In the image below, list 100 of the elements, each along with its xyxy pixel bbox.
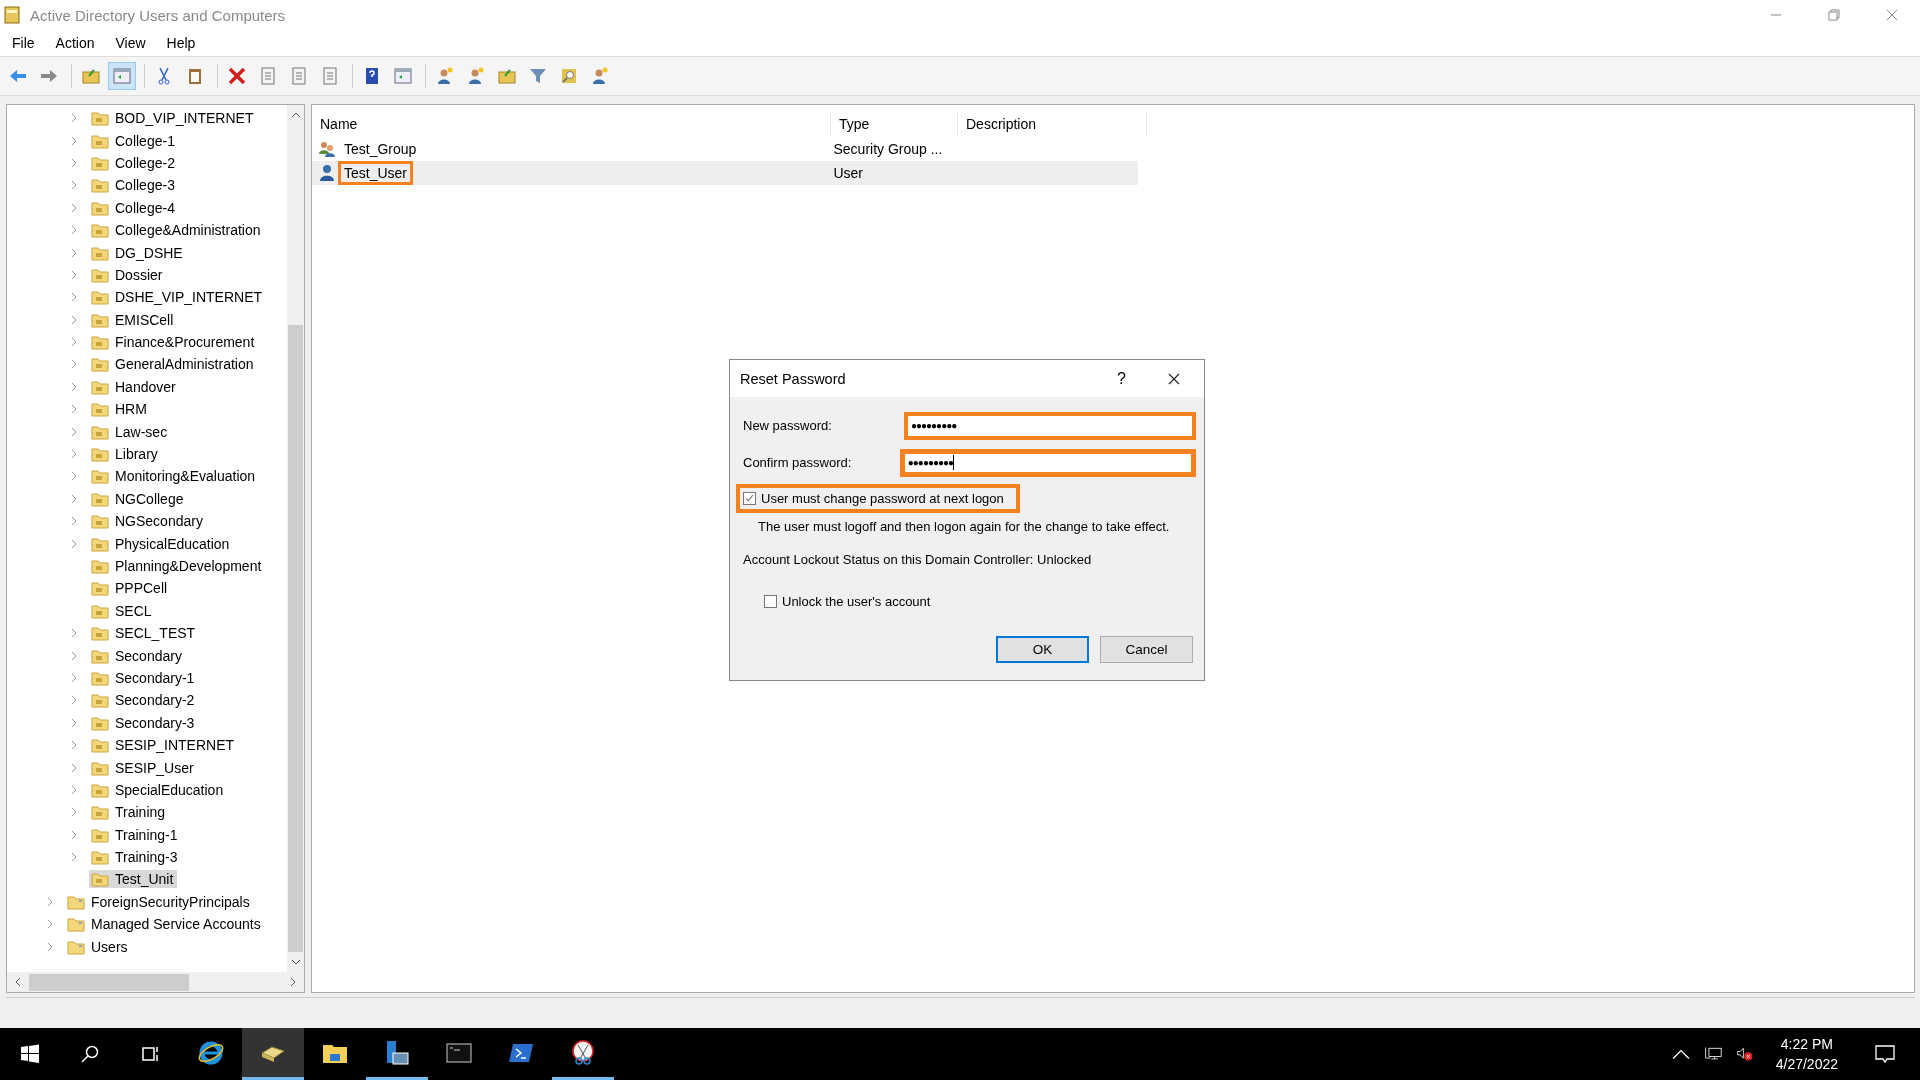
cancel-button[interactable]: Cancel: [1100, 636, 1193, 663]
expand-chevron-icon[interactable]: [70, 426, 78, 437]
console-tree-icon[interactable]: [108, 62, 136, 90]
expand-chevron-icon[interactable]: [70, 449, 78, 460]
tree-item[interactable]: DSHE_VIP_INTERNET: [89, 288, 267, 307]
expand-chevron-icon[interactable]: [70, 135, 78, 146]
start-icon[interactable]: [20, 1044, 40, 1064]
column-header[interactable]: Type: [831, 113, 958, 135]
tree-item[interactable]: College&Administration: [89, 221, 265, 240]
expand-chevron-icon[interactable]: [70, 381, 78, 392]
expand-chevron-icon[interactable]: [46, 941, 54, 952]
expand-chevron-icon[interactable]: [46, 896, 54, 907]
tree-item[interactable]: DG_DSHE: [89, 243, 187, 262]
expand-chevron-icon[interactable]: [70, 180, 78, 191]
expand-chevron-icon[interactable]: [70, 672, 78, 683]
tree-item[interactable]: SESIP_User: [89, 758, 198, 777]
expand-chevron-icon[interactable]: [70, 695, 78, 706]
tree-item[interactable]: SpecialEducation: [89, 780, 228, 799]
tree-item[interactable]: College-1: [89, 131, 179, 150]
scroll-down-icon[interactable]: [290, 959, 301, 965]
expand-chevron-icon[interactable]: [70, 807, 78, 818]
password-field[interactable]: ●●●●●●●●●: [903, 411, 1196, 440]
expand-chevron-icon[interactable]: [70, 717, 78, 728]
expand-chevron-icon[interactable]: [70, 493, 78, 504]
help-button[interactable]: ?: [1117, 369, 1126, 388]
expand-chevron-icon[interactable]: [70, 314, 78, 325]
expand-chevron-icon[interactable]: [70, 269, 78, 280]
restore-icon[interactable]: [1828, 9, 1840, 21]
expand-chevron-icon[interactable]: [70, 650, 78, 661]
tree-item[interactable]: Finance&Procurement: [89, 333, 259, 352]
column-header[interactable]: Description: [958, 113, 1147, 135]
expand-chevron-icon[interactable]: [70, 337, 78, 348]
tree-item[interactable]: College-4: [89, 198, 179, 217]
expand-chevron-icon[interactable]: [70, 762, 78, 773]
menu-item[interactable]: View: [107, 35, 155, 51]
expand-chevron-icon[interactable]: [70, 202, 78, 213]
tree-item[interactable]: GeneralAdministration: [89, 355, 258, 374]
expand-chevron-icon[interactable]: [70, 538, 78, 549]
search-icon[interactable]: [80, 1044, 100, 1064]
tree-item[interactable]: Dossier: [89, 265, 167, 284]
tree-item[interactable]: NGSecondary: [89, 512, 207, 531]
tree-item[interactable]: ForeignSecurityPrincipals: [65, 892, 254, 911]
clock-time[interactable]: 4:22 PM: [1780, 1034, 1833, 1054]
tree-item[interactable]: Handover: [89, 377, 180, 396]
expand-chevron-icon[interactable]: [70, 852, 78, 863]
task-view-icon[interactable]: [140, 1044, 160, 1064]
tree-item[interactable]: Training-1: [89, 825, 182, 844]
tree-item[interactable]: PhysicalEducation: [89, 534, 234, 553]
tree-item[interactable]: EMISCell: [89, 310, 178, 329]
expand-chevron-icon[interactable]: [70, 829, 78, 840]
expand-chevron-icon[interactable]: [70, 157, 78, 168]
expand-chevron-icon[interactable]: [70, 628, 78, 639]
close-icon[interactable]: [1168, 372, 1180, 385]
tree-item[interactable]: Secondary-1: [89, 668, 199, 687]
clock-date[interactable]: 4/27/2022: [1775, 1054, 1838, 1074]
tree-item[interactable]: NGCollege: [89, 489, 188, 508]
network-icon[interactable]: [1703, 1046, 1722, 1062]
expand-chevron-icon[interactable]: [70, 225, 78, 236]
tree-item[interactable]: Planning&Development: [89, 557, 266, 575]
tree-item[interactable]: Law-sec: [89, 422, 172, 441]
menu-item[interactable]: Action: [47, 35, 104, 51]
tree-item[interactable]: Secondary: [89, 646, 186, 665]
expand-chevron-icon[interactable]: [70, 471, 78, 482]
menu-item[interactable]: File: [4, 35, 44, 51]
list-item-name[interactable]: Test_Group: [338, 137, 423, 161]
scroll-up-icon[interactable]: [290, 112, 301, 118]
notifications-icon[interactable]: [1874, 1044, 1896, 1064]
menu-item[interactable]: Help: [158, 35, 205, 51]
tree-item[interactable]: Secondary-2: [89, 691, 199, 710]
tree-item[interactable]: College-3: [89, 176, 179, 195]
tree-item[interactable]: Library: [89, 445, 162, 464]
tree-item[interactable]: Monitoring&Evaluation: [89, 467, 260, 486]
tree-item[interactable]: Training-3: [89, 848, 182, 867]
expand-chevron-icon[interactable]: [70, 516, 78, 527]
tree-item[interactable]: Secondary-3: [89, 713, 199, 732]
checkbox[interactable]: Unlock the user's account: [764, 594, 931, 609]
expand-chevron-icon[interactable]: [70, 740, 78, 751]
scroll-left-icon[interactable]: [15, 977, 21, 987]
column-header[interactable]: Name: [312, 113, 831, 135]
expand-chevron-icon[interactable]: [70, 113, 78, 124]
expand-chevron-icon[interactable]: [46, 919, 54, 930]
tree-item[interactable]: Training: [89, 803, 170, 822]
vertical-scrollbar[interactable]: [287, 105, 304, 972]
tree-item[interactable]: Users: [65, 937, 132, 956]
horizontal-scrollbar[interactable]: [7, 972, 304, 992]
taskbar-directory-app-icon[interactable]: [242, 1028, 304, 1080]
expand-chevron-icon[interactable]: [70, 784, 78, 795]
list-item-name[interactable]: Test_User: [338, 161, 414, 185]
expand-chevron-icon[interactable]: [70, 404, 78, 415]
scroll-right-icon[interactable]: [290, 977, 296, 987]
tree-item[interactable]: SESIP_INTERNET: [89, 736, 239, 755]
password-field[interactable]: ●●●●●●●●●: [899, 448, 1196, 477]
expand-chevron-icon[interactable]: [70, 247, 78, 258]
tree-item[interactable]: Test_Unit: [89, 870, 178, 889]
tree-item[interactable]: BOD_VIP_INTERNET: [89, 109, 258, 128]
speaker-muted-icon[interactable]: [1735, 1046, 1754, 1062]
tree-item[interactable]: Managed Service Accounts: [65, 915, 265, 934]
ok-button[interactable]: OK: [996, 636, 1089, 663]
expand-chevron-icon[interactable]: [70, 359, 78, 370]
tree-item[interactable]: College-2: [89, 153, 179, 172]
